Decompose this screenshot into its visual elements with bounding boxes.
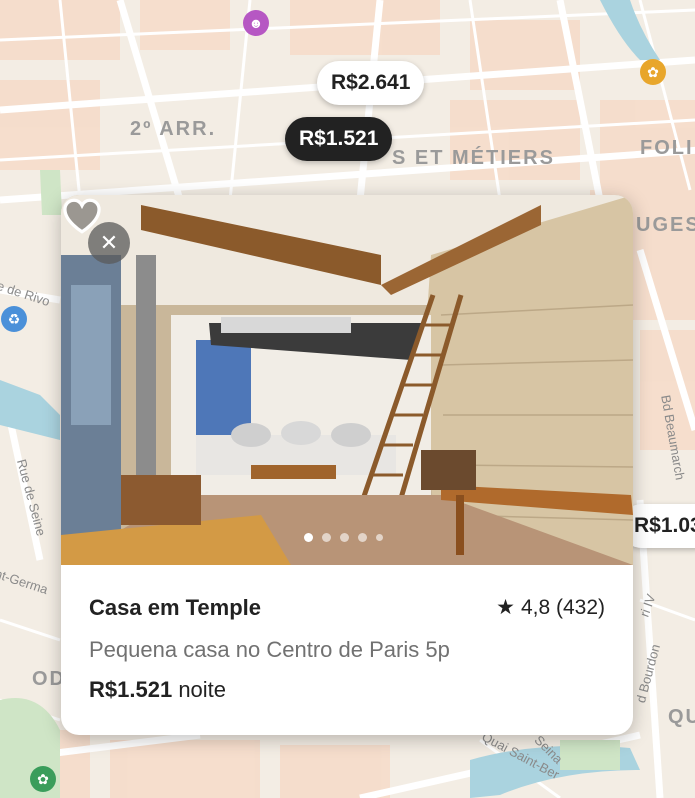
map-label-arrondissement: 2º ARR. xyxy=(130,118,217,140)
map-label-uges: UGES xyxy=(636,214,695,236)
trash-icon[interactable]: ♻ xyxy=(1,306,27,332)
listing-info: Casa em Temple ★ 4,8 (432) Pequena casa … xyxy=(89,595,605,702)
photo-pagination[interactable] xyxy=(304,533,383,542)
park-icon[interactable]: ✿ xyxy=(640,59,666,85)
star-icon: ★ xyxy=(496,596,515,619)
price-pin-selected[interactable]: R$1.521 xyxy=(285,117,393,161)
listing-rating: ★ 4,8 (432) xyxy=(496,595,605,620)
map-label-arts-metiers: S ET MÉTIERS xyxy=(392,147,555,169)
listing-photo-image xyxy=(61,195,633,565)
listing-subtitle: Pequena casa no Centro de Paris 5p xyxy=(89,637,450,662)
map-label-folie: FOLI xyxy=(640,137,694,159)
heart-icon[interactable] xyxy=(61,195,103,237)
photo-dot[interactable] xyxy=(304,533,313,542)
photo-dot[interactable] xyxy=(376,534,383,541)
photo-dot[interactable] xyxy=(322,533,331,542)
map-label-qu: QU xyxy=(668,706,695,728)
price-pin[interactable]: R$2.641 xyxy=(317,61,425,105)
photo-dot[interactable] xyxy=(340,533,349,542)
listing-card[interactable]: ✕ Casa em Temple ★ 4,8 (432) Pequena cas… xyxy=(61,195,633,735)
theater-icon[interactable]: ☻ xyxy=(243,10,269,36)
photo-dot[interactable] xyxy=(358,533,367,542)
garden-icon[interactable]: ✿ xyxy=(30,766,56,792)
price-unit: noite xyxy=(178,677,227,702)
rating-value: 4,8 (432) xyxy=(520,595,605,619)
listing-price: R$1.521 xyxy=(89,677,173,702)
listing-price-line: R$1.521 noite xyxy=(89,677,226,703)
listing-photo[interactable]: ✕ xyxy=(61,195,633,565)
